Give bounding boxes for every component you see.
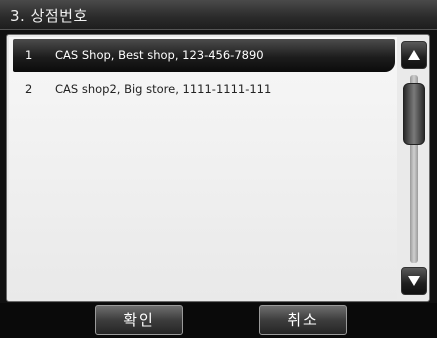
triangle-up-icon — [408, 50, 420, 60]
list-item[interactable]: 2 CAS shop2, Big store, 1111-1111-111 — [13, 73, 395, 106]
scroll-up-button[interactable] — [401, 41, 427, 69]
triangle-down-icon — [408, 276, 420, 286]
button-bar: 확인 취소 — [0, 303, 437, 338]
scroll-down-button[interactable] — [401, 267, 427, 295]
title-bar: 3. 상점번호 — [0, 0, 437, 30]
list-item-text: CAS shop2, Big store, 1111-1111-111 — [55, 82, 272, 96]
shop-list[interactable]: 1 CAS Shop, Best shop, 123-456-7890 2 CA… — [9, 37, 397, 299]
confirm-button[interactable]: 확인 — [95, 305, 183, 335]
shop-number-dialog: 3. 상점번호 1 CAS Shop, Best shop, 123-456-7… — [0, 0, 437, 338]
list-item-index: 1 — [25, 48, 33, 62]
scroll-thumb[interactable] — [403, 83, 425, 145]
list-item-index: 2 — [25, 82, 33, 96]
list-item-text: CAS Shop, Best shop, 123-456-7890 — [55, 48, 264, 62]
cancel-button[interactable]: 취소 — [259, 305, 347, 335]
list-item[interactable]: 1 CAS Shop, Best shop, 123-456-7890 — [13, 39, 395, 72]
shop-list-frame: 1 CAS Shop, Best shop, 123-456-7890 2 CA… — [6, 34, 430, 302]
scrollbar[interactable] — [401, 39, 427, 299]
dialog-title: 3. 상점번호 — [10, 7, 88, 25]
